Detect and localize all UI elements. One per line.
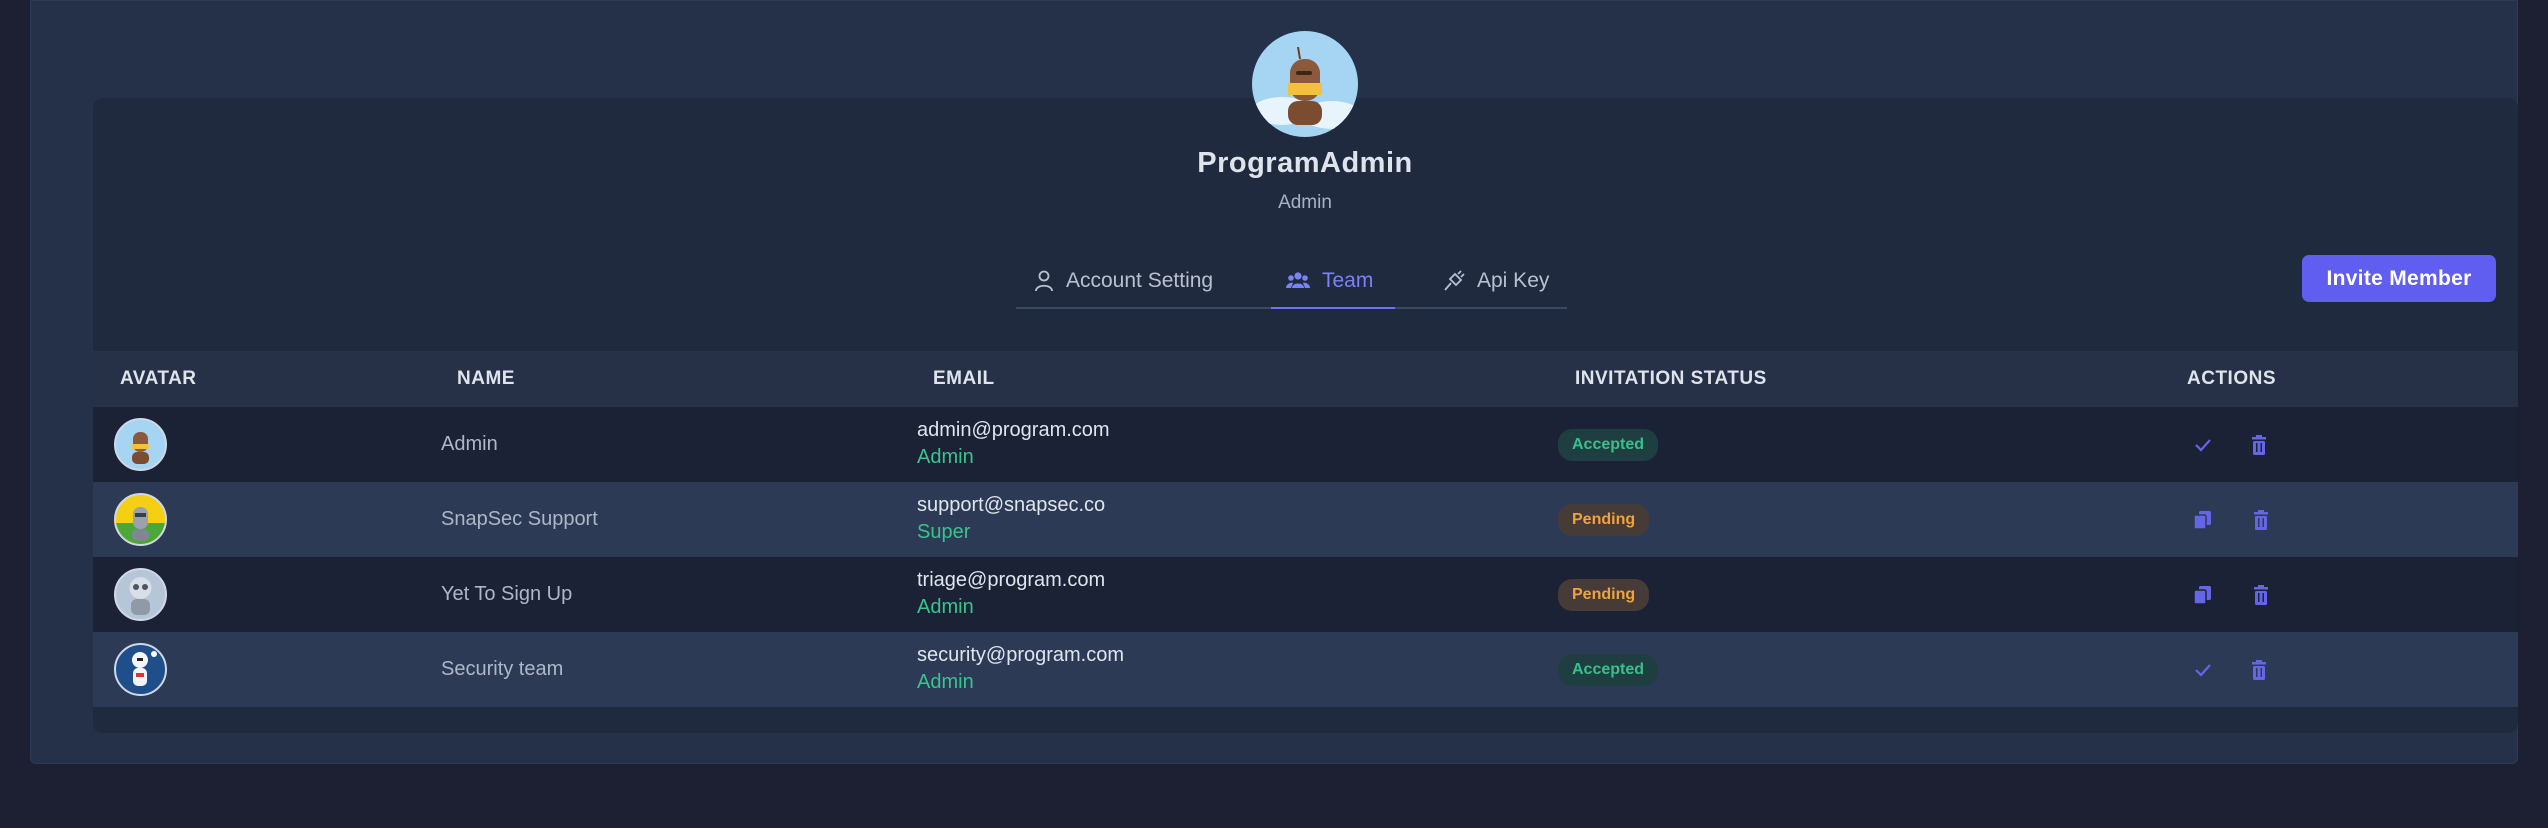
avatar: [114, 643, 167, 696]
trash-icon[interactable]: [2247, 581, 2275, 609]
avatar: [114, 418, 167, 471]
profile-name: ProgramAdmin: [1197, 147, 1413, 179]
member-role: Admin: [917, 446, 974, 468]
member-role: Admin: [917, 671, 974, 693]
copy-icon[interactable]: [2189, 506, 2217, 534]
user-icon: [1035, 270, 1053, 292]
column-header-avatar: AVATAR: [120, 368, 197, 389]
column-header-invitation-status: INVITATION STATUS: [1575, 368, 1767, 389]
status-badge: Accepted: [1558, 654, 1659, 686]
status-badge: Pending: [1558, 579, 1650, 611]
member-name: Admin: [441, 433, 498, 455]
profile-role: Admin: [1278, 192, 1332, 213]
status-badge: Accepted: [1558, 429, 1659, 461]
avatar: [114, 493, 167, 546]
member-email: triage@program.com: [917, 569, 1106, 591]
copy-icon[interactable]: [2189, 581, 2217, 609]
page-container: ProgramAdmin Admin Account Setting Team: [30, 0, 2518, 764]
tab-label: Api Key: [1477, 269, 1550, 292]
trash-icon[interactable]: [2247, 506, 2275, 534]
avatar: [114, 568, 167, 621]
table-row: Yet To Sign Up triage@program.com Admin …: [93, 557, 2518, 632]
table-row: Security team security@program.com Admin…: [93, 632, 2518, 707]
column-header-actions: ACTIONS: [2187, 368, 2276, 389]
trash-icon[interactable]: [2245, 431, 2273, 459]
check-icon[interactable]: [2189, 431, 2217, 459]
profile-avatar: [1252, 31, 1358, 137]
tab-label: Account Setting: [1066, 269, 1214, 292]
check-icon[interactable]: [2189, 656, 2217, 684]
table-header: AVATAR NAME EMAIL INVITATION STATUS ACTI…: [93, 351, 2518, 407]
tab-team[interactable]: Team: [1286, 255, 1373, 307]
invite-member-button[interactable]: Invite Member: [2302, 255, 2496, 302]
tab-api-key[interactable]: Api Key: [1443, 255, 1549, 307]
member-name: Yet To Sign Up: [441, 583, 573, 605]
member-role: Super: [917, 521, 971, 543]
users-icon: [1286, 272, 1310, 288]
column-header-email: EMAIL: [933, 368, 995, 389]
plug-icon: [1444, 270, 1465, 291]
member-email: admin@program.com: [917, 419, 1110, 441]
tab-label: Team: [1322, 269, 1374, 292]
member-name: Security team: [441, 658, 564, 680]
tab-account-setting[interactable]: Account Setting: [1034, 255, 1213, 307]
table-row: SnapSec Support support@snapsec.co Super…: [93, 482, 2518, 557]
status-badge: Pending: [1558, 504, 1650, 536]
member-email: security@program.com: [917, 644, 1125, 666]
table-row: Admin admin@program.com Admin Accepted: [93, 407, 2518, 482]
member-role: Admin: [917, 596, 974, 618]
member-email: support@snapsec.co: [917, 494, 1106, 516]
member-name: SnapSec Support: [441, 508, 598, 530]
column-header-name: NAME: [457, 368, 515, 389]
tab-bar: Account Setting Team Api Key: [1016, 255, 1567, 309]
trash-icon[interactable]: [2245, 656, 2273, 684]
active-tab-indicator: [1271, 307, 1395, 309]
